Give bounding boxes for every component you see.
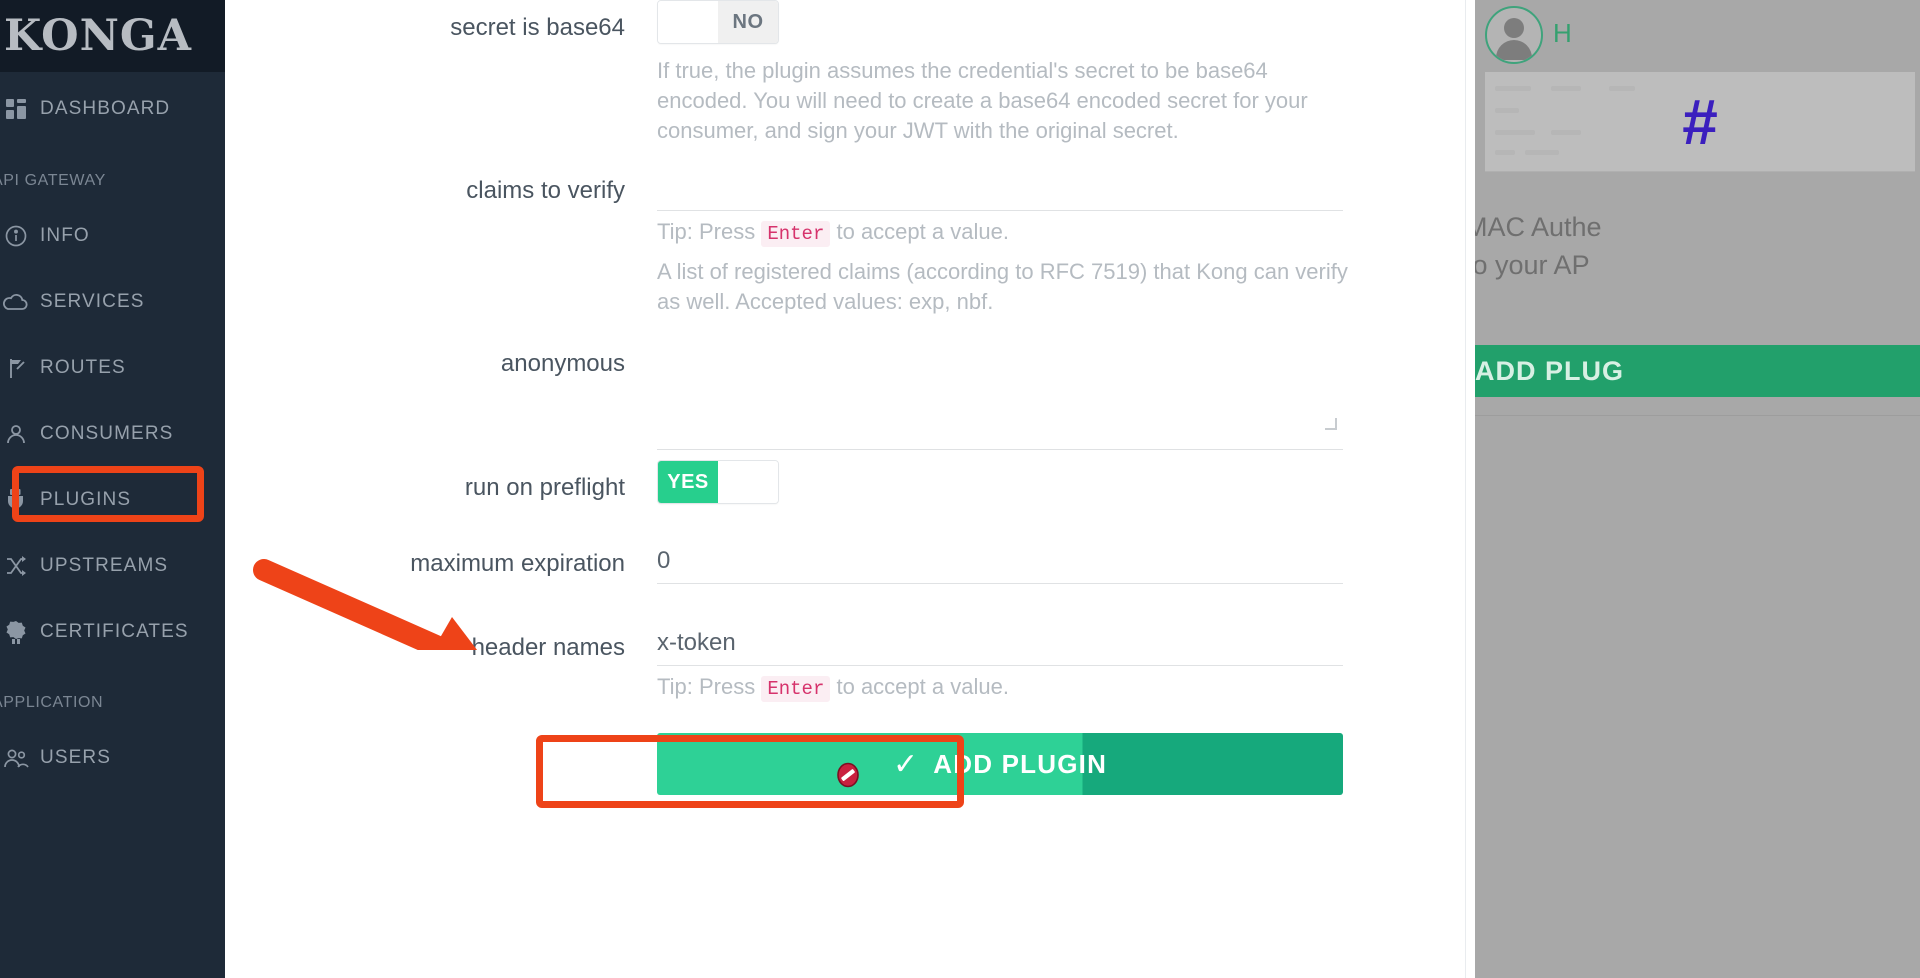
- faux-text-line: [1495, 108, 1519, 113]
- faux-text-line: [1525, 150, 1559, 155]
- field-help-claims-to-verify: A list of registered claims (according t…: [657, 259, 1348, 314]
- sidebar-item-label: INFO: [40, 225, 90, 246]
- avatar-body: [1496, 40, 1532, 60]
- sidebar-item-label: PLUGINS: [40, 489, 132, 510]
- sidebar-item-users[interactable]: USERS: [0, 733, 225, 783]
- add-plugin-button[interactable]: ✓ ADD PLUGIN: [657, 733, 1343, 795]
- avatar-head: [1504, 18, 1524, 38]
- divider: [1475, 415, 1920, 416]
- sidebar-item-label: SERVICES: [40, 291, 145, 312]
- sidebar-item-label: UPSTREAMS: [40, 555, 169, 576]
- field-label-anonymous: anonymous: [500, 350, 625, 377]
- sidebar-item-label: DASHBOARD: [40, 98, 171, 119]
- field-label-claims-to-verify: claims to verify: [466, 177, 625, 204]
- app-logo-text: KONGA: [3, 11, 193, 61]
- toggle-knob: [658, 1, 718, 43]
- field-row-secret-is-base64: secret is base64 NO If true, the plugin …: [225, 0, 1465, 160]
- anonymous-textarea[interactable]: [657, 340, 1343, 450]
- plugin-description-line: to your AP: [1475, 250, 1590, 280]
- add-plugin-button-label: ADD PLUGIN: [933, 748, 1108, 779]
- check-icon: ✓: [892, 747, 920, 781]
- sidebar-item-routes[interactable]: ROUTES: [0, 343, 225, 393]
- field-row-claims-to-verify: claims to verify Tip: Press Enter to acc…: [225, 165, 1465, 330]
- background-add-plugin-button[interactable]: ADD PLUG: [1475, 345, 1920, 397]
- plugin-description: MAC Authe to your AP: [1475, 208, 1920, 284]
- plugin-card[interactable]: #: [1485, 72, 1915, 172]
- field-label-run-on-preflight: run on preflight: [464, 474, 625, 501]
- shuffle-arrows-icon: [0, 554, 40, 578]
- signpost-icon: [0, 356, 40, 380]
- tip-suffix: to accept a value.: [836, 674, 1009, 699]
- enter-key-badge: Enter: [761, 676, 831, 702]
- toggle-knob: [718, 461, 778, 503]
- sidebar-item-label: USERS: [40, 747, 111, 768]
- run-on-preflight-toggle[interactable]: YES: [657, 460, 779, 504]
- plugin-description-line: MAC Authe: [1475, 212, 1602, 242]
- dashboard-grid-icon: [0, 98, 40, 120]
- sidebar-item-label: ROUTES: [40, 357, 126, 378]
- avatar[interactable]: [1485, 6, 1543, 64]
- sidebar-section-label: API GATEWAY: [0, 172, 106, 189]
- sidebar-section-application: APPLICATION: [0, 694, 103, 712]
- certificate-badge-icon: [0, 620, 40, 644]
- modal-backdrop-gap: [1465, 0, 1475, 978]
- field-label-secret-is-base64: secret is base64: [450, 14, 625, 41]
- toggle-value-label: YES: [658, 461, 718, 503]
- faux-text-line: [1495, 86, 1531, 91]
- faux-text-line: [1495, 150, 1515, 155]
- toggle-value-label: NO: [718, 1, 778, 43]
- faux-text-line: [1609, 86, 1635, 91]
- field-tip-header-names: Tip: Press Enter to accept a value.: [657, 672, 1357, 704]
- faux-text-line: [1495, 130, 1535, 135]
- sidebar-item-upstreams[interactable]: UPSTREAMS: [0, 541, 225, 591]
- field-row-run-on-preflight: run on preflight YES: [225, 460, 1465, 550]
- sidebar-item-certificates[interactable]: CERTIFICATES: [0, 607, 225, 657]
- tip-prefix: Tip: Press: [657, 674, 756, 699]
- hash-icon: #: [1682, 85, 1718, 158]
- info-circle-icon: [0, 224, 40, 248]
- textarea-resize-grip[interactable]: [1325, 418, 1337, 430]
- background-add-plugin-label: ADD PLUG: [1475, 355, 1624, 386]
- faux-text-line: [1551, 86, 1581, 91]
- person-icon: [0, 422, 40, 446]
- username-label: H: [1553, 18, 1573, 48]
- field-row-anonymous: anonymous: [225, 340, 1465, 470]
- sidebar: KONGA DASHBOARD API GATEWAY INFO SERVICE…: [0, 0, 225, 978]
- plug-icon: [0, 488, 40, 512]
- maximum-expiration-input[interactable]: [657, 538, 1343, 584]
- field-row-maximum-expiration: maximum expiration: [225, 538, 1465, 618]
- enter-key-badge: Enter: [761, 221, 831, 247]
- field-help-secret-is-base64: If true, the plugin assumes the credenti…: [657, 58, 1308, 143]
- plugin-config-form: secret is base64 NO If true, the plugin …: [225, 0, 1465, 978]
- tip-suffix: to accept a value.: [836, 219, 1009, 244]
- field-tip-claims-to-verify: Tip: Press Enter to accept a value.: [657, 217, 1357, 249]
- sidebar-item-label: CONSUMERS: [40, 423, 174, 444]
- sidebar-item-info[interactable]: INFO: [0, 211, 225, 261]
- sidebar-item-label: CERTIFICATES: [40, 621, 189, 642]
- tip-prefix: Tip: Press: [657, 219, 756, 244]
- users-group-icon: [0, 746, 40, 770]
- secret-is-base64-toggle[interactable]: NO: [657, 0, 779, 44]
- cloud-icon: [0, 291, 40, 313]
- faux-text-line: [1551, 130, 1581, 135]
- field-label-header-names: header names: [471, 634, 625, 661]
- sidebar-item-consumers[interactable]: CONSUMERS: [0, 409, 225, 459]
- sidebar-section-api-gateway: API GATEWAY: [0, 172, 106, 190]
- sidebar-item-dashboard[interactable]: DASHBOARD: [0, 84, 225, 134]
- header-names-input[interactable]: [657, 620, 1343, 666]
- claims-to-verify-input[interactable]: [657, 165, 1343, 211]
- app-logo[interactable]: KONGA: [0, 0, 225, 72]
- field-label-maximum-expiration: maximum expiration: [410, 550, 625, 577]
- app-window: KONGA DASHBOARD API GATEWAY INFO SERVICE…: [0, 0, 1920, 978]
- background-page-peek: H # MAC Authe to your AP ADD PLUG: [1475, 0, 1920, 978]
- sidebar-item-services[interactable]: SERVICES: [0, 277, 225, 327]
- sidebar-item-plugins[interactable]: PLUGINS: [0, 475, 225, 525]
- sidebar-section-label: APPLICATION: [0, 694, 104, 711]
